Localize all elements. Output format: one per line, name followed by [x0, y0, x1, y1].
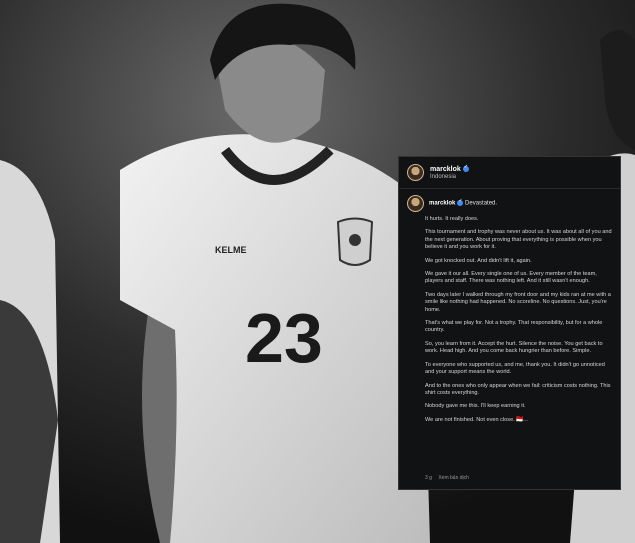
caption-paragraph: Nobody gave me this. I'll keep earning i…: [425, 403, 526, 410]
verified-icon: [462, 164, 469, 172]
caption-paragraph: We got knocked out. And didn't lift it, …: [425, 257, 532, 264]
caption-username[interactable]: marcklok: [429, 201, 455, 207]
instagram-post: marcklok Indonesia marcklok Devastated. …: [398, 156, 621, 490]
caption-paragraph: It hurts. It really does.: [425, 216, 479, 222]
caption-paragraph: We gave it our all. Every single one of …: [425, 271, 597, 285]
caption-paragraph: To everyone who supported us, and me, th…: [425, 361, 605, 376]
caption-paragraph: Two days later I walked through my front…: [425, 291, 611, 313]
username[interactable]: marcklok: [430, 166, 461, 173]
caption-first: Devastated.: [465, 200, 498, 207]
caption-row: marcklok Devastated.: [399, 189, 620, 212]
avatar[interactable]: [407, 164, 424, 181]
caption-head: marcklok Devastated.: [429, 198, 498, 207]
caption-paragraph: And to the ones who only appear when we …: [425, 382, 611, 396]
caption-paragraph: That's what we play for. Not a trophy. T…: [425, 320, 603, 334]
caption-paragraph: This tournament and trophy was never abo…: [425, 229, 612, 251]
verified-icon: [457, 198, 464, 207]
caption-paragraph: We are not finished. Not even close. 🇮🇩.…: [425, 416, 528, 423]
caption-body: It hurts. It really does. This tournamen…: [399, 212, 620, 424]
username-row[interactable]: marcklok: [430, 164, 469, 173]
shirt-number: 23: [245, 299, 323, 377]
post-meta: 3 g Xem bản dịch: [425, 475, 474, 481]
caption-paragraph: So, you learn from it. Accept the hurt. …: [425, 340, 603, 355]
location[interactable]: Indonesia: [430, 174, 469, 180]
post-header: marcklok Indonesia: [399, 157, 620, 189]
brand-text: KELME: [215, 245, 247, 255]
post-time: 3 g: [425, 475, 432, 481]
caption-avatar[interactable]: [407, 195, 424, 212]
translate-link[interactable]: Xem bản dịch: [438, 475, 469, 481]
